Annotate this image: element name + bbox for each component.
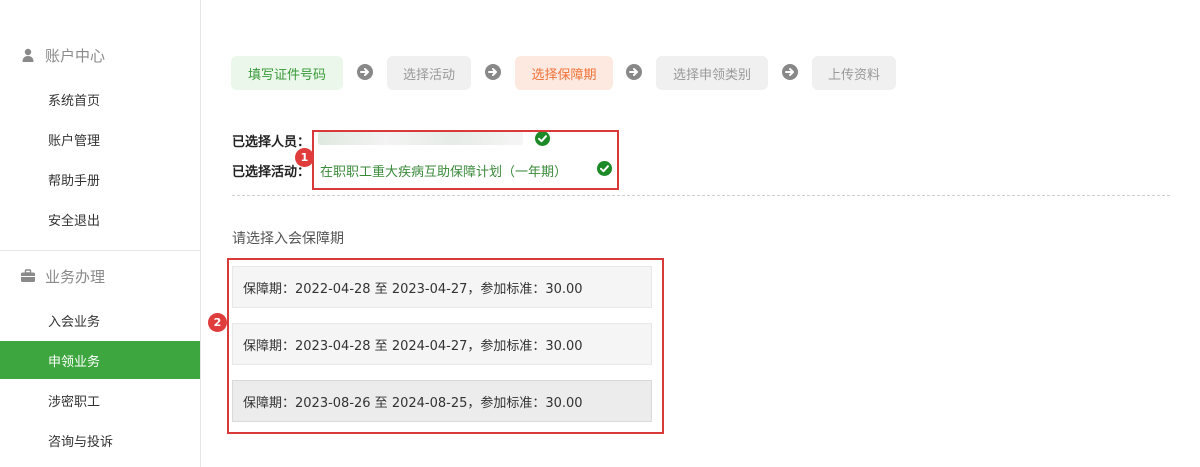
period-prompt: 请选择入会保障期 xyxy=(232,231,344,247)
step-enter-id: 填写证件号码 xyxy=(231,56,343,90)
annotation-badge-2: 2 xyxy=(208,313,227,332)
period-option[interactable]: 保障期：2022-04-28 至 2023-04-27，参加标准：30.00 xyxy=(232,266,652,308)
arrow-right-icon xyxy=(357,64,373,80)
sidebar-item-claims[interactable]: 申领业务 xyxy=(0,341,200,379)
sidebar-divider xyxy=(0,250,200,251)
arrow-right-icon xyxy=(782,64,798,80)
selected-person-value-redacted xyxy=(318,131,523,145)
check-circle-icon xyxy=(535,131,550,146)
sidebar-item-home[interactable]: 系统首页 xyxy=(0,80,200,118)
period-option[interactable]: 保障期：2023-08-26 至 2024-08-25，参加标准：30.00 xyxy=(232,380,652,422)
sidebar-item-consult-complaint[interactable]: 咨询与投诉 xyxy=(0,421,200,459)
arrow-right-icon xyxy=(485,64,501,80)
selected-person-label: 已选择人员： xyxy=(232,135,311,150)
sidebar-section-account: 账户中心 xyxy=(0,37,200,73)
sidebar-section-business: 业务办理 xyxy=(0,258,200,294)
sidebar-item-confidential-staff[interactable]: 涉密职工 xyxy=(0,381,200,419)
step-select-activity: 选择活动 xyxy=(387,56,471,90)
annotation-badge-1: 1 xyxy=(295,148,314,167)
step-select-claim-type: 选择申领类别 xyxy=(656,56,768,90)
selected-activity-value: 在职职工重大疾病互助保障计划（一年期） xyxy=(320,165,568,180)
sidebar-item-logout[interactable]: 安全退出 xyxy=(0,200,200,238)
arrow-right-icon xyxy=(626,64,642,80)
sidebar-item-membership[interactable]: 入会业务 xyxy=(0,301,200,339)
sidebar-section-title: 业务办理 xyxy=(45,267,106,286)
step-select-period: 选择保障期 xyxy=(515,56,613,90)
check-circle-icon xyxy=(597,161,612,176)
sidebar-item-account-management[interactable]: 账户管理 xyxy=(0,120,200,158)
step-upload-docs: 上传资料 xyxy=(812,56,896,90)
period-option[interactable]: 保障期：2023-04-28 至 2024-04-27，参加标准：30.00 xyxy=(232,323,652,365)
sidebar-section-title: 账户中心 xyxy=(45,46,106,65)
sidebar-item-help-manual[interactable]: 帮助手册 xyxy=(0,160,200,198)
section-divider xyxy=(232,195,1170,196)
user-icon xyxy=(20,47,36,63)
briefcase-icon xyxy=(20,268,36,284)
sidebar: 账户中心 系统首页 账户管理 帮助手册 安全退出 业务办理 入会业务 申领业务 … xyxy=(0,0,201,467)
